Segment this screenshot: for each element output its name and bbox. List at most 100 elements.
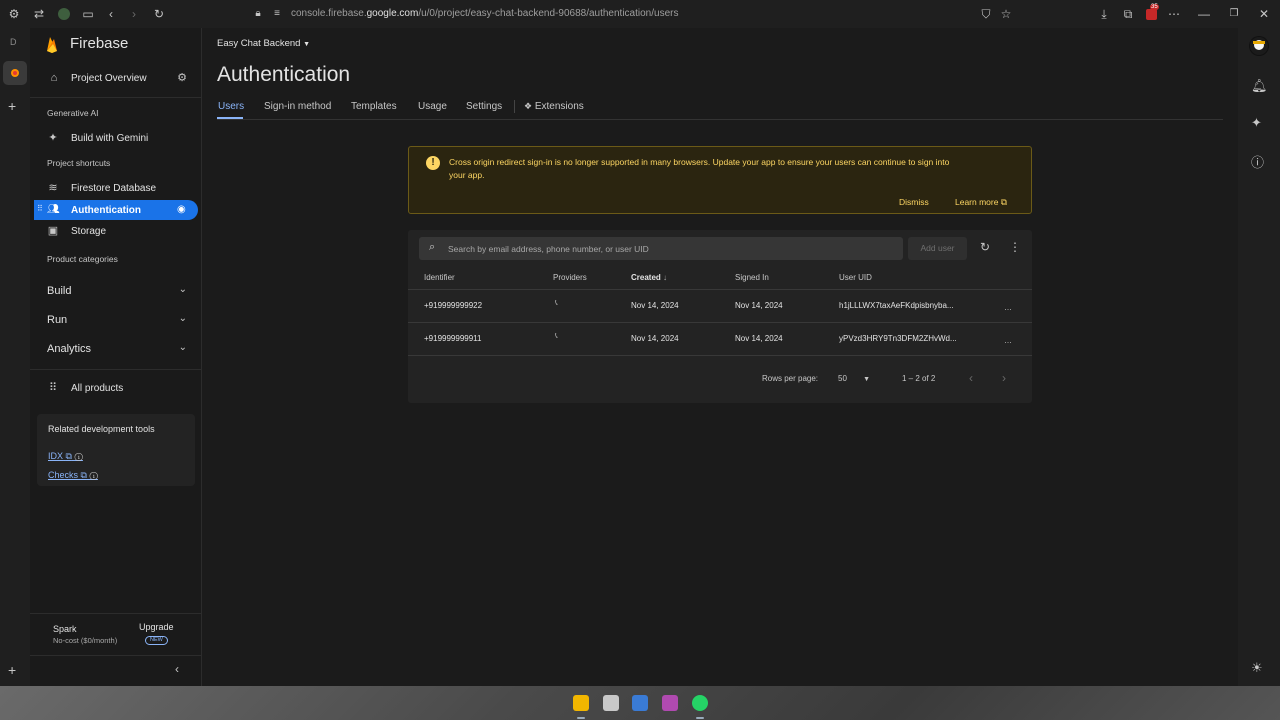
divider [30,655,201,656]
url-domain: google.com [366,8,419,19]
download-icon[interactable]: ⤓ [1097,7,1111,21]
phone-provider-icon: 📞︎ [555,298,558,307]
column-identifier[interactable]: Identifier [424,273,455,282]
column-created-label: Created [631,273,661,282]
search-icon: ⌕ [429,241,436,253]
settings-gear-icon[interactable]: ⚙ [176,72,188,84]
previous-page-icon[interactable]: ‹ [969,371,973,385]
tab-extensions-label: Extensions [534,101,584,112]
rows-per-page-value: 50 [838,374,847,383]
divider [30,613,201,614]
running-indicator [577,717,585,719]
shortcut-storage[interactable]: Storage [71,226,106,237]
lock-icon[interactable]: 🔒︎ [251,7,265,21]
rows-per-page-select[interactable]: 50 ▼ [838,374,870,383]
more-menu-icon[interactable]: ⋯ [1167,7,1181,21]
learn-more-label: Learn more [955,197,999,207]
divider [30,369,201,370]
active-tab-favicon[interactable] [3,61,27,85]
page-title: Authentication [217,63,351,86]
idx-link[interactable]: IDX ⧉ ⓘ [48,451,83,462]
tab-templates[interactable]: Templates [351,101,397,112]
address-bar[interactable]: console.firebase.google.com/u/0/project/… [291,8,678,19]
profile-icon[interactable] [57,7,71,21]
settings-icon[interactable]: ⚙ [7,7,21,21]
project-overview-link[interactable]: Project Overview [71,73,147,84]
build-with-gemini-link[interactable]: Build with Gemini [71,133,148,144]
row-divider [408,355,1032,356]
tab-settings[interactable]: Settings [466,101,502,112]
row-menu-icon[interactable]: … [1004,303,1012,312]
shortcut-authentication[interactable]: ⠿ 👥︎ Authentication ◉ [34,200,198,220]
workspaces-icon[interactable]: ⇄ [32,7,46,21]
extensions-icon[interactable]: ⧉ [1121,7,1135,21]
column-user-uid[interactable]: User UID [839,273,872,282]
category-build-label: Build [47,285,72,297]
forward-icon[interactable]: › [127,7,141,21]
account-avatar[interactable] [1249,36,1269,56]
os-taskbar [0,686,1280,720]
notifications-bell-icon[interactable]: 🔔︎ [1251,78,1268,94]
app-icon[interactable] [662,695,678,711]
column-signed-in[interactable]: Signed In [735,273,769,282]
visibility-icon[interactable]: ◉ [177,204,186,215]
dismiss-button[interactable]: Dismiss [899,197,929,207]
row-uid[interactable]: h1jLLLWX7taxAeFKdpisbnyba... [839,301,954,310]
close-window-icon[interactable]: ✕ [1257,7,1271,21]
category-run[interactable]: Run ⌄ [38,308,195,332]
minimize-icon[interactable]: — [1197,7,1211,21]
search-input[interactable]: ⌕ Search by email address, phone number,… [419,237,903,260]
new-badge: NEW [145,636,168,645]
bookmark-star-icon[interactable]: ☆ [999,7,1013,21]
sidebar-toggle-icon[interactable]: ▭ [81,7,95,21]
idx-link-label: IDX [48,451,64,461]
help-icon[interactable]: ⓘ [89,470,97,480]
all-products-link[interactable]: All products [71,383,123,394]
sort-arrow-down-icon[interactable]: ↓ [663,273,667,282]
upgrade-button[interactable]: Upgrade [139,622,174,632]
new-tab-icon[interactable]: + [8,98,16,114]
maximize-icon[interactable]: ❐ [1227,7,1241,21]
next-page-icon[interactable]: › [1002,371,1006,385]
help-icon[interactable]: ⓘ [1251,152,1264,171]
generative-ai-label: Generative AI [47,108,99,118]
related-tools-title: Related development tools [48,424,155,434]
theme-brightness-icon[interactable]: ☀ [1251,660,1263,676]
drag-handle-icon[interactable]: ⠿ [37,204,43,213]
row-menu-icon[interactable]: … [1004,336,1012,345]
app-icon[interactable] [603,695,619,711]
tab-usage[interactable]: Usage [418,101,447,112]
category-build[interactable]: Build ⌄ [38,279,195,303]
file-explorer-icon[interactable] [573,695,589,711]
store-icon[interactable] [632,695,648,711]
plan-name: Spark [53,624,77,634]
back-icon[interactable]: ‹ [104,7,118,21]
row-uid[interactable]: yPVzd3HRY9Tn3DFM2ZHvWd... [839,334,957,343]
shield-icon[interactable]: ⛉ [979,7,993,21]
rows-per-page-label: Rows per page: [762,374,819,383]
category-analytics[interactable]: Analytics ⌄ [38,337,195,361]
shortcut-firestore[interactable]: Firestore Database [71,183,156,194]
refresh-icon[interactable]: ↻ [980,240,990,254]
reload-icon[interactable]: ↻ [152,7,166,21]
help-icon[interactable]: ⓘ [74,451,82,461]
tab-extensions[interactable]: ❖ Extensions [524,101,584,112]
column-created[interactable]: Created ↓ [631,273,667,282]
dropdown-arrow-icon: ▼ [863,376,871,383]
collapse-sidebar-icon[interactable]: ‹ [175,662,179,676]
add-icon[interactable]: + [8,662,16,678]
checks-link[interactable]: Checks ⧉ ⓘ [48,470,98,481]
site-settings-icon[interactable]: ≡ [270,7,284,21]
project-selector[interactable]: Easy Chat Backend ▼ [217,38,310,49]
whatsapp-icon[interactable] [692,695,708,711]
tab-sign-in-method[interactable]: Sign-in method [264,101,331,112]
tab-users[interactable]: Users [218,101,244,112]
project-shortcuts-label: Project shortcuts [47,158,111,168]
row-signed-in: Nov 14, 2024 [735,334,783,343]
warning-message-line1: Cross origin redirect sign-in is no long… [449,157,950,167]
column-providers[interactable]: Providers [553,273,587,282]
gemini-sparkle-icon[interactable]: ✦ [1251,115,1262,131]
add-user-button[interactable]: Add user [908,237,967,260]
more-vert-icon[interactable]: ⋮ [1009,240,1021,254]
learn-more-link[interactable]: Learn more ⧉ [955,197,1007,208]
